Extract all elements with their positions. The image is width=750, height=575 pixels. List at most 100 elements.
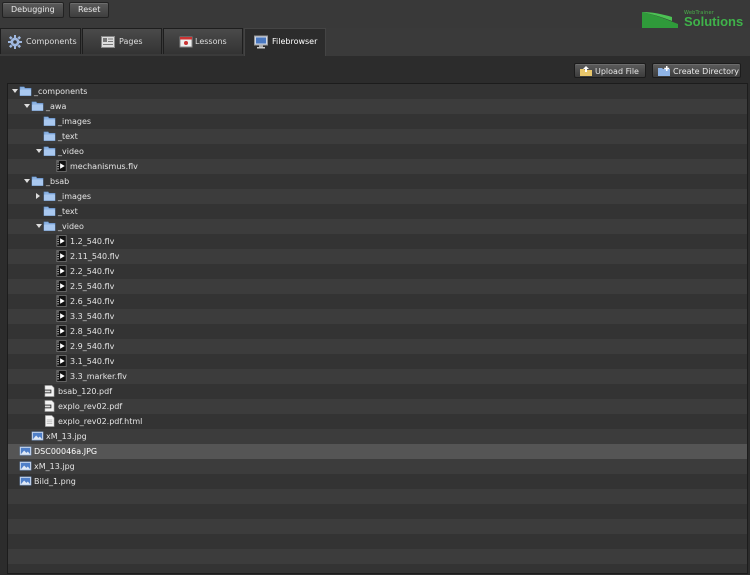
- folder-icon: [43, 191, 56, 201]
- empty-row: [8, 534, 747, 549]
- tab-bar: Components Pages Lessons Filebrowser: [0, 28, 750, 57]
- upload-icon: [580, 66, 592, 76]
- tree-item-label: 2.9_540.flv: [70, 342, 115, 351]
- expand-arrow-closed-icon[interactable]: [36, 193, 40, 199]
- video-file-icon: [56, 160, 67, 172]
- empty-row: [8, 519, 747, 534]
- tab-components-label: Components: [26, 37, 77, 46]
- tree-file-row[interactable]: Bild_1.png: [8, 474, 747, 489]
- tree-file-row[interactable]: bsab_120.pdf: [8, 384, 747, 399]
- tree-item-label: mechanismus.flv: [70, 162, 138, 171]
- tree-folder-row[interactable]: _video: [8, 144, 747, 159]
- tree-item-label: 2.11_540.flv: [70, 252, 120, 261]
- debugging-button[interactable]: Debugging: [2, 2, 64, 18]
- folder-icon: [43, 221, 56, 231]
- tree-item-label: explo_rev02.pdf.html: [58, 417, 143, 426]
- reset-button[interactable]: Reset: [69, 2, 110, 18]
- video-file-icon: [56, 265, 67, 277]
- image-file-icon: [19, 476, 32, 486]
- tree-folder-row[interactable]: _images: [8, 189, 747, 204]
- tree-file-row[interactable]: 2.6_540.flv: [8, 294, 747, 309]
- folder-icon: [43, 116, 56, 126]
- create-directory-button[interactable]: Create Directory: [652, 63, 741, 78]
- tree-file-row[interactable]: 2.9_540.flv: [8, 339, 747, 354]
- video-file-icon: [56, 310, 67, 322]
- tree-file-row[interactable]: xM_13.jpg: [8, 459, 747, 474]
- tree-file-row[interactable]: mechanismus.flv: [8, 159, 747, 174]
- tree-item-label: _images: [58, 117, 92, 126]
- tree-file-row[interactable]: explo_rev02.pdf: [8, 399, 747, 414]
- logo-text: Solutions: [684, 14, 744, 29]
- image-file-icon: [19, 446, 32, 456]
- tree-folder-row[interactable]: _text: [8, 129, 747, 144]
- tree-item-label: DSC00046a.JPG: [34, 447, 98, 456]
- empty-row: [8, 549, 747, 564]
- image-file-icon: [19, 461, 32, 471]
- folder-icon: [43, 131, 56, 141]
- tree-item-label: _text: [58, 207, 78, 216]
- empty-row: [8, 564, 747, 573]
- tab-filebrowser[interactable]: Filebrowser: [244, 28, 326, 56]
- tree-item-label: _video: [58, 147, 84, 156]
- tree-item-label: _bsab: [46, 177, 70, 186]
- tree-item-label: 3.3_540.flv: [70, 312, 115, 321]
- tree-item-label: 3.1_540.flv: [70, 357, 115, 366]
- tree-folder-row[interactable]: _bsab: [8, 174, 747, 189]
- video-file-icon: [56, 355, 67, 367]
- tree-item-label: _text: [58, 132, 78, 141]
- video-file-icon: [56, 235, 67, 247]
- tree-file-row[interactable]: 1.2_540.flv: [8, 234, 747, 249]
- tab-lessons[interactable]: Lessons: [163, 28, 243, 54]
- tree-folder-row[interactable]: _awa: [8, 99, 747, 114]
- file-tree[interactable]: _components _awa _images _text _video mechani…: [7, 83, 748, 574]
- folder-icon: [19, 86, 32, 96]
- tree-file-row[interactable]: 2.5_540.flv: [8, 279, 747, 294]
- empty-row: [8, 504, 747, 519]
- upload-file-label: Upload File: [595, 67, 639, 76]
- tree-file-row[interactable]: DSC00046a.JPG: [8, 444, 747, 459]
- tab-pages-label: Pages: [119, 37, 143, 46]
- tree-file-row[interactable]: xM_13.jpg: [8, 429, 747, 444]
- tree-file-row[interactable]: 2.8_540.flv: [8, 324, 747, 339]
- tree-item-label: xM_13.jpg: [34, 462, 75, 471]
- tree-item-label: 2.6_540.flv: [70, 297, 115, 306]
- pdf-file-icon: [43, 400, 55, 412]
- tree-item-label: 1.2_540.flv: [70, 237, 115, 246]
- expand-arrow-open-icon[interactable]: [24, 104, 30, 108]
- document-file-icon: [45, 415, 55, 427]
- tree-file-row[interactable]: 3.3_marker.flv: [8, 369, 747, 384]
- tree-item-label: 2.2_540.flv: [70, 267, 115, 276]
- video-file-icon: [56, 325, 67, 337]
- tree-item-label: _awa: [46, 102, 67, 111]
- tree-file-row[interactable]: 2.11_540.flv: [8, 249, 747, 264]
- pages-icon: [101, 36, 115, 48]
- expand-arrow-open-icon[interactable]: [36, 224, 42, 228]
- tab-pages[interactable]: Pages: [82, 28, 162, 54]
- video-file-icon: [56, 370, 67, 382]
- tree-folder-row[interactable]: _video: [8, 219, 747, 234]
- tree-file-row[interactable]: 2.2_540.flv: [8, 264, 747, 279]
- filebrowser-panel: Upload File Create Directory _components…: [0, 56, 750, 575]
- tree-folder-row[interactable]: _text: [8, 204, 747, 219]
- expand-arrow-open-icon[interactable]: [12, 89, 18, 93]
- tree-file-row[interactable]: 3.1_540.flv: [8, 354, 747, 369]
- tree-file-row[interactable]: explo_rev02.pdf.html: [8, 414, 747, 429]
- tree-item-label: 2.5_540.flv: [70, 282, 115, 291]
- folder-icon: [31, 176, 44, 186]
- create-directory-label: Create Directory: [673, 67, 739, 76]
- upload-file-button[interactable]: Upload File: [574, 63, 646, 78]
- tree-item-label: explo_rev02.pdf: [58, 402, 123, 411]
- expand-arrow-open-icon[interactable]: [36, 149, 42, 153]
- tree-item-label: _images: [58, 192, 92, 201]
- tree-item-label: bsab_120.pdf: [58, 387, 113, 396]
- tab-components[interactable]: Components: [0, 28, 81, 54]
- tree-item-label: xM_13.jpg: [46, 432, 87, 441]
- tree-file-row[interactable]: 3.3_540.flv: [8, 309, 747, 324]
- new-folder-icon: [658, 66, 670, 76]
- tree-folder-row[interactable]: _images: [8, 114, 747, 129]
- expand-arrow-open-icon[interactable]: [24, 179, 30, 183]
- tree-item-label: _video: [58, 222, 84, 231]
- tree-item-label: 3.3_marker.flv: [70, 372, 127, 381]
- tree-folder-row[interactable]: _components: [8, 84, 747, 99]
- tab-lessons-label: Lessons: [195, 37, 227, 46]
